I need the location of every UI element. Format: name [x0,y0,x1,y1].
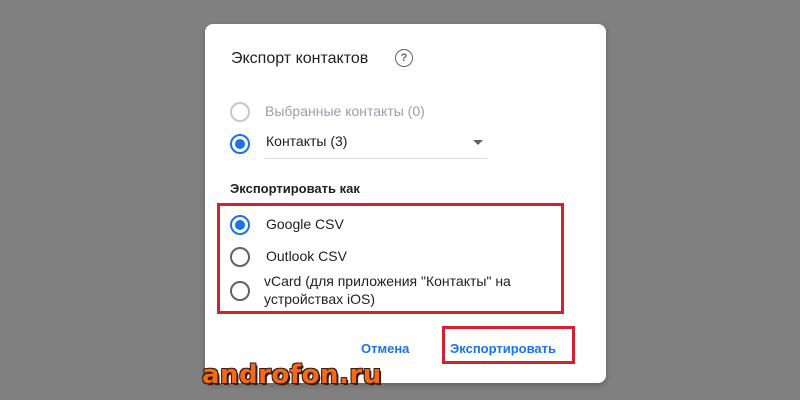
radio-vcard-label[interactable]: vCard (для приложения "Контакты" на устр… [264,272,554,308]
contacts-group-select-value: Контакты (3) [266,133,348,149]
dialog-title: Экспорт контактов [231,50,369,67]
radio-outlook-csv-label[interactable]: Outlook CSV [266,248,347,264]
radio-outlook-csv[interactable] [230,247,250,267]
radio-selected-contacts-label: Выбранные контакты (0) [265,103,425,119]
export-contacts-dialog: Экспорт контактов ? Выбранные контакты (… [205,24,606,383]
export-as-heading: Экспортировать как [230,181,360,196]
chevron-down-icon [473,140,483,145]
help-icon[interactable]: ? [395,49,413,67]
cancel-button[interactable]: Отмена [361,341,409,356]
radio-google-csv-label[interactable]: Google CSV [266,216,344,232]
radio-selected-contacts [230,102,250,122]
export-button[interactable]: Экспортировать [450,341,556,356]
contacts-group-select[interactable]: Контакты (3) [265,126,487,159]
watermark-logo: androfon.ru [202,360,382,390]
radio-google-csv[interactable] [230,215,250,235]
radio-vcard[interactable] [230,281,250,301]
radio-contacts[interactable] [230,134,250,154]
